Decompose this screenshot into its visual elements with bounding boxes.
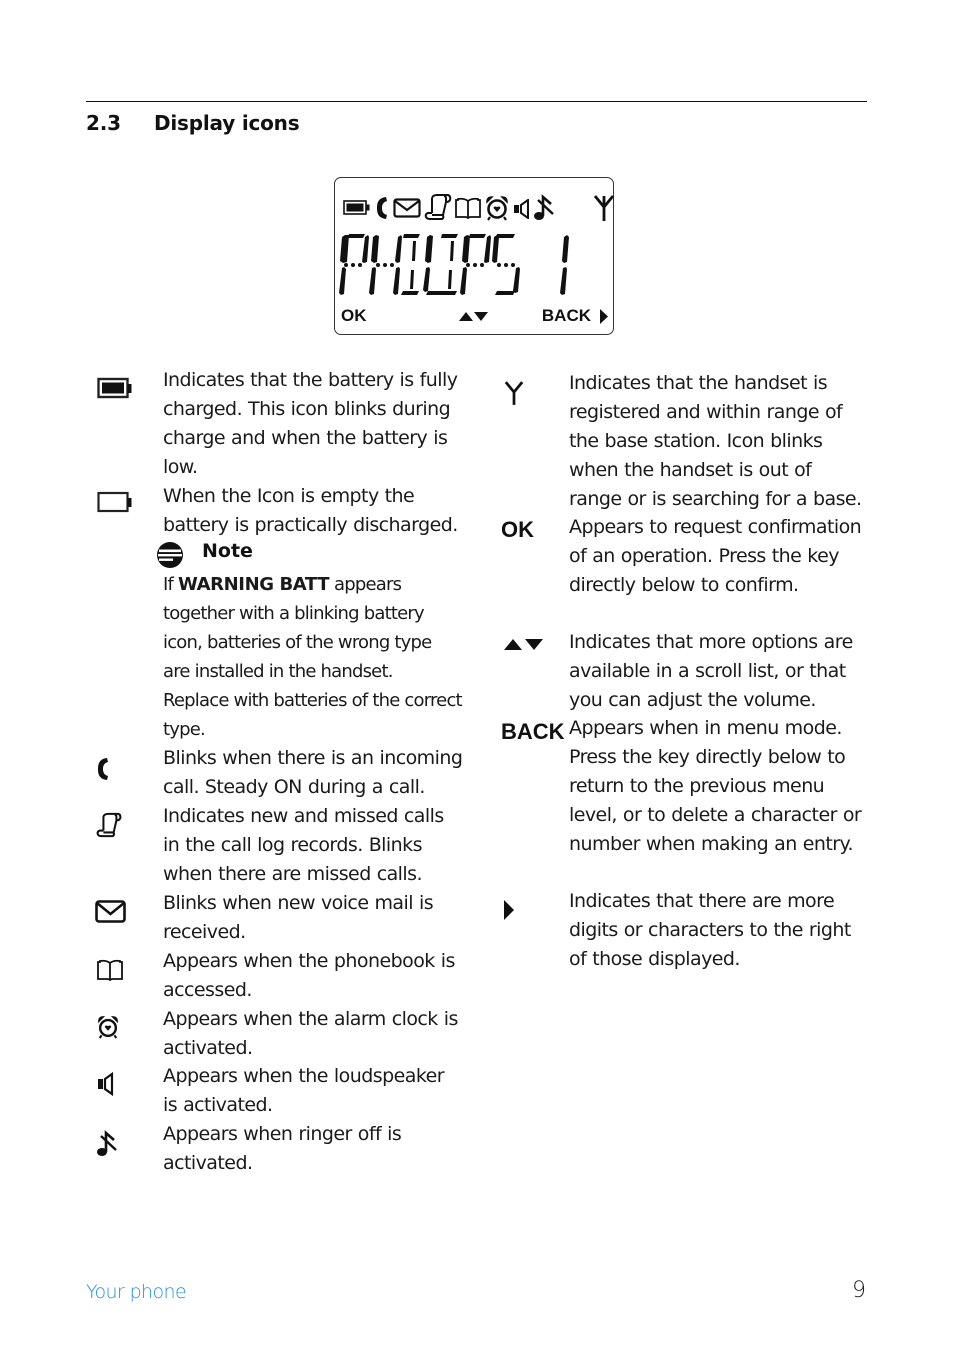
phonebook-icon — [97, 959, 123, 981]
lcd-char-i-2 — [439, 234, 458, 295]
alarm-clock-icon — [98, 1016, 118, 1039]
entry-description: Appears to request confirmation of an op… — [569, 516, 862, 596]
entry-description: When the Icon is empty the battery is pr… — [163, 485, 458, 536]
antenna-signal-icon — [593, 195, 615, 221]
ringer-off-icon — [97, 1130, 117, 1156]
section-number: 2.3 — [86, 111, 121, 135]
entry-description: Indicates new and missed calls in the ca… — [163, 805, 444, 885]
ringer-off-icon — [534, 194, 554, 220]
entry-description: Appears when the loudspeaker is activate… — [163, 1065, 445, 1116]
lcd-char-h — [369, 235, 402, 295]
ok-label-icon: OK — [501, 517, 534, 542]
note-text: appears together with a blinking battery… — [163, 574, 463, 740]
phonebook-icon — [455, 197, 481, 219]
antenna-signal-icon — [504, 381, 524, 405]
note-body: If WARNING BATT appears together with a … — [163, 570, 463, 744]
entry-description: Appears when ringer off is activated. — [163, 1123, 402, 1174]
lcd-segment-text — [339, 234, 569, 295]
right-arrow-icon — [600, 309, 608, 324]
top-rule — [86, 101, 867, 102]
phone-handset-icon — [377, 197, 387, 219]
lcd-display-illustration: OK BACK — [334, 177, 615, 335]
entry-description: Indicates that the handset is registered… — [569, 372, 862, 510]
entry-description: Indicates that more options are availabl… — [569, 631, 853, 711]
loudspeaker-icon — [98, 1072, 114, 1096]
battery-empty-icon — [97, 491, 132, 513]
call-log-scroll-icon — [96, 812, 122, 838]
note-icon — [157, 542, 183, 568]
phone-handset-icon — [98, 758, 108, 780]
section-title: Display icons — [154, 111, 300, 135]
envelope-icon — [95, 900, 126, 923]
battery-full-icon — [343, 200, 370, 215]
battery-full-icon — [97, 377, 132, 399]
entry-description: Indicates that the battery is fully char… — [163, 369, 458, 478]
call-log-scroll-icon — [424, 194, 452, 220]
lcd-softkey-back: BACK — [541, 306, 591, 325]
lcd-softkeys: OK BACK — [341, 306, 609, 328]
entry-description: Blinks when new voice mail is received. — [163, 892, 434, 943]
entry-description: Blinks when there is an incoming call. S… — [163, 747, 463, 798]
lcd-char-p-2 — [460, 234, 491, 295]
lcd-softkey-ok: OK — [341, 306, 367, 325]
lcd-char-s — [492, 234, 520, 295]
entry-description: Indicates that there are more digits or … — [569, 890, 851, 970]
loudspeaker-icon — [514, 199, 529, 219]
note-title: Note — [202, 540, 253, 562]
lcd-char-1 — [560, 235, 569, 295]
note-emphasis: WARNING BATT — [177, 574, 330, 595]
up-down-arrows-icon — [459, 312, 488, 321]
entry-description: Appears when in menu mode. Press the key… — [569, 717, 862, 855]
envelope-icon — [393, 198, 421, 218]
note-prefix: If — [163, 574, 174, 595]
up-down-arrows-icon — [504, 639, 543, 650]
lcd-char-p — [339, 234, 369, 295]
entry-description: Appears when the phonebook is accessed. — [163, 950, 455, 1001]
lcd-char-l — [423, 235, 447, 295]
section-heading: 2.3 Display icons — [86, 111, 300, 135]
right-arrow-icon — [504, 900, 514, 920]
footer-page-number: 9 — [852, 1278, 866, 1303]
back-label-icon: BACK — [501, 719, 565, 744]
lcd-segment-chars — [339, 234, 569, 295]
entry-description: Appears when the alarm clock is activate… — [163, 1008, 458, 1059]
footer-section-name: Your phone — [86, 1281, 187, 1303]
alarm-clock-icon — [486, 196, 508, 221]
lcd-char-i — [401, 234, 420, 295]
